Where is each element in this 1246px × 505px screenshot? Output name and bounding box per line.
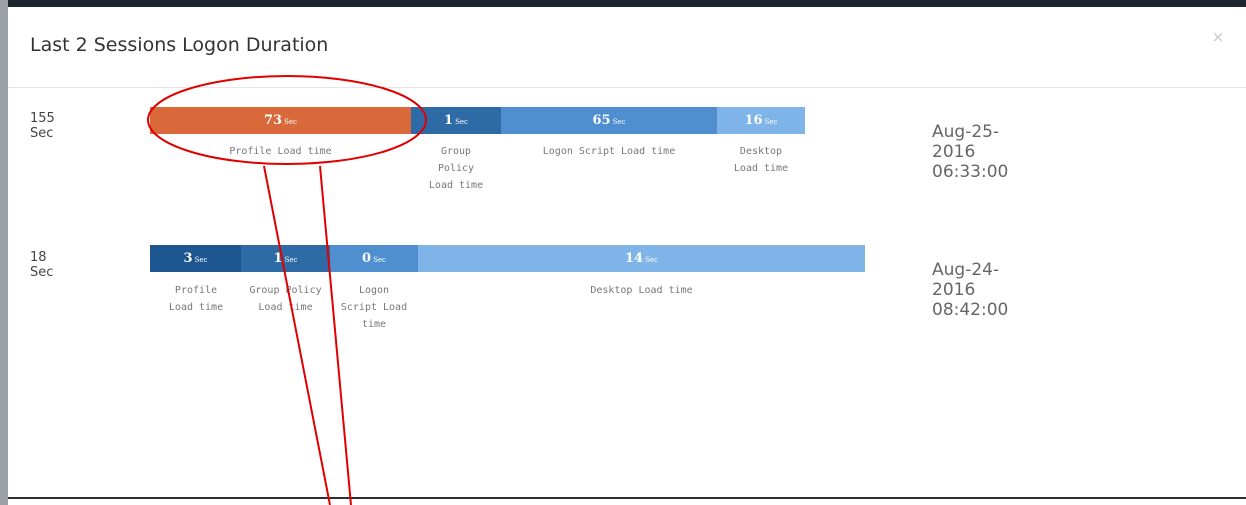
segment-unit: Sec (645, 256, 658, 264)
segment-label-profile: Profile Load time (229, 146, 332, 157)
session-timestamp: Aug-25-2016 06:33:00 (932, 122, 1009, 182)
segment-desktop-load[interactable]: 16 Sec (717, 107, 805, 134)
segment-logon-script-load[interactable]: 65 Sec (501, 107, 717, 134)
segment-unit: Sec (612, 118, 626, 126)
segment-profile-load[interactable]: 73 Sec (150, 107, 411, 134)
segment-label-group-policy: Group Policy Load time (249, 285, 322, 313)
background-overlay (0, 0, 8, 505)
segment-unit: Sec (194, 256, 208, 264)
segment-profile-load[interactable]: 3 Sec (150, 245, 241, 272)
segment-label-logon-script: Logon Script Load time (542, 146, 676, 157)
segment-label-profile: Profile Load time (168, 285, 224, 313)
segment-value: 73 (264, 113, 283, 128)
segment-value: 16 (744, 113, 763, 128)
session-total-duration: 155 Sec (30, 111, 55, 141)
session-timestamp: Aug-24-2016 08:42:00 (932, 260, 1009, 320)
segment-group-policy-load[interactable]: 1 Sec (241, 245, 330, 272)
segment-value: 0 (362, 251, 372, 266)
segment-unit: Sec (284, 118, 297, 126)
close-icon[interactable]: × (1210, 29, 1226, 45)
segment-label-desktop: Desktop Load time (733, 146, 789, 174)
segment-label-logon-script: Logon Script Load time (340, 285, 408, 330)
segment-group-policy-load[interactable]: 1 Sec (411, 107, 501, 134)
segment-logon-script-load[interactable]: 0 Sec (330, 245, 418, 272)
segment-unit: Sec (284, 256, 298, 264)
segment-label-desktop: Desktop Load time (590, 285, 693, 296)
modal-bottom-border (8, 497, 1246, 499)
segment-value: 3 (183, 251, 193, 266)
segment-unit: Sec (764, 118, 778, 126)
modal-header: Last 2 Sessions Logon Duration × (8, 7, 1246, 88)
segment-desktop-load[interactable]: 14 Sec (418, 245, 865, 272)
segment-value: 1 (444, 113, 454, 128)
segment-unit: Sec (455, 118, 468, 126)
background-app-bar (0, 0, 1246, 7)
segment-value: 65 (592, 113, 611, 128)
segment-value: 14 (625, 251, 644, 266)
modal-title: Last 2 Sessions Logon Duration (30, 34, 329, 56)
segment-unit: Sec (373, 256, 386, 264)
logon-duration-modal: Last 2 Sessions Logon Duration × 155 Sec… (8, 7, 1246, 499)
session-total-duration: 18 Sec (30, 250, 54, 280)
segment-label-group-policy: Group Policy Load time (428, 146, 484, 191)
segment-value: 1 (273, 251, 283, 266)
